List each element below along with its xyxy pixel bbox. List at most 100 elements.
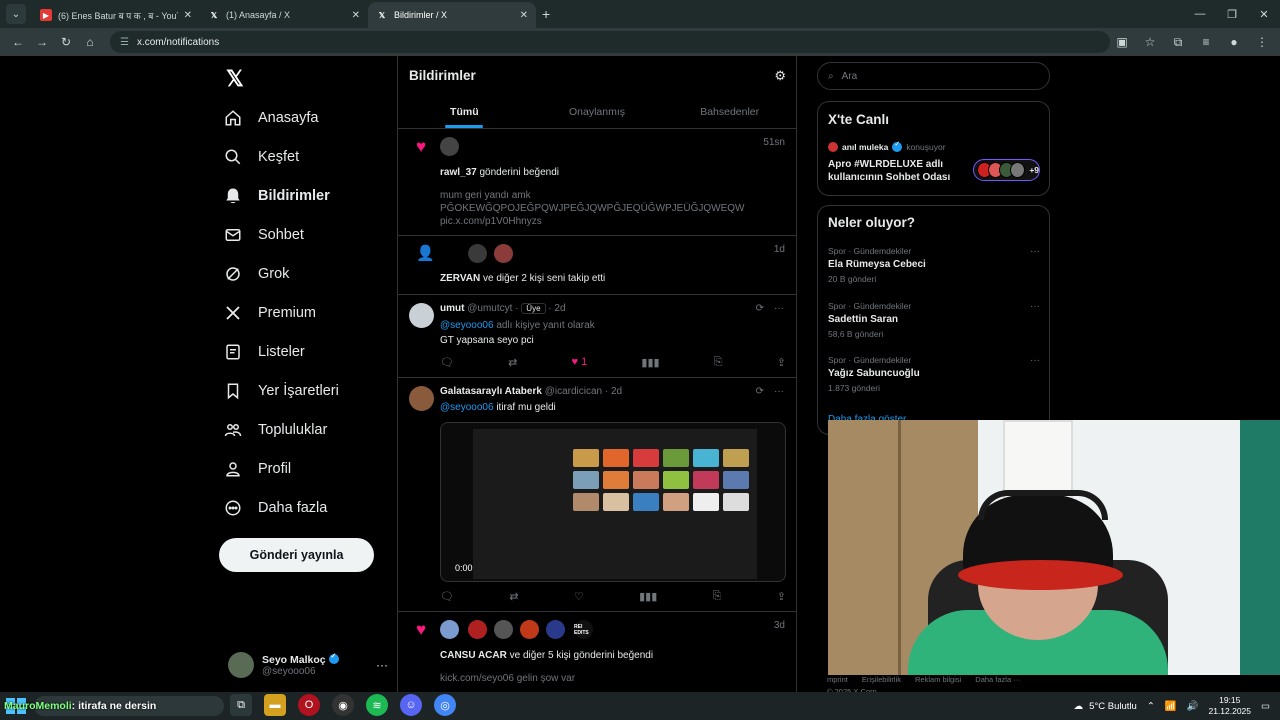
nav-more[interactable]: Daha fazla [224, 496, 327, 520]
url-text: x.com/notifications [136, 36, 220, 48]
trend-item[interactable]: Spor · Gündemdekiler Ela Rümeysa Cebeci … [828, 246, 1040, 284]
more-icon[interactable]: ··· [774, 303, 784, 314]
profile-icon[interactable]: ● [1222, 30, 1246, 54]
share-icon[interactable]: ⇪ [777, 356, 786, 369]
forward-icon[interactable]: → [30, 30, 54, 54]
volume-icon[interactable]: 🔊 [1187, 701, 1199, 712]
nav-grok[interactable]: Grok [224, 262, 289, 286]
x-logo-icon[interactable]: 𝕏 [226, 66, 244, 92]
notification-center-icon[interactable]: ▭ [1261, 701, 1270, 712]
file-explorer-icon[interactable]: ▬ [264, 694, 286, 716]
new-tab-button[interactable]: + [542, 6, 550, 22]
tab-verified[interactable]: Onaylanmış [531, 96, 664, 128]
mention-post[interactable]: Galatasaraylı Ataberk @icardicican · 2d … [398, 378, 796, 612]
more-icon[interactable]: ··· [774, 386, 784, 397]
task-view-icon[interactable]: ⧉ [230, 694, 252, 716]
user-name[interactable]: rawl_37 [440, 167, 477, 178]
search-input[interactable]: ⌕ Ara [817, 62, 1050, 90]
footer-link[interactable]: mprint [827, 675, 848, 684]
footer-link[interactable]: Erişilebilirlik [862, 675, 901, 684]
live-listeners[interactable]: +9 [973, 159, 1040, 181]
chrome-icon[interactable]: ◎ [434, 694, 456, 716]
menu-icon[interactable]: ⋮ [1250, 30, 1274, 54]
media-icon[interactable]: ≡ [1194, 30, 1218, 54]
browser-tab[interactable]: 𝕏 (1) Anasayfa / X ✕ [200, 2, 368, 28]
notification-like[interactable]: ♥ REI EDITS 3d CANSU ACAR ve diğer 5 kiş… [398, 612, 796, 692]
minimize-icon[interactable]: — [1184, 0, 1216, 28]
nav-messages[interactable]: Sohbet [224, 223, 304, 247]
tab-search-icon[interactable]: ⌄ [6, 4, 26, 24]
video-player[interactable]: 0:00 [440, 422, 786, 582]
reply-icon[interactable]: 🗨 [440, 590, 454, 603]
site-info-icon[interactable]: ☰ [120, 37, 129, 48]
more-icon[interactable]: ··· [1030, 246, 1040, 257]
host-name[interactable]: anıl muleka [842, 142, 888, 152]
weather-widget[interactable]: ☁ 5°C Bulutlu [1074, 701, 1137, 712]
nav-lists[interactable]: Listeler [224, 340, 305, 364]
nav-home[interactable]: Anasayfa [224, 106, 318, 130]
browser-tab-active[interactable]: 𝕏 Bildirimler / X ✕ [368, 2, 536, 28]
restore-icon[interactable]: ❐ [1216, 0, 1248, 28]
close-icon[interactable]: ✕ [520, 10, 528, 21]
tab-mentions[interactable]: Bahsedenler [663, 96, 796, 128]
notification-like[interactable]: ♥ 51sn rawl_37 gönderini beğendi mum ger… [398, 129, 796, 236]
nav-communities[interactable]: Topluluklar [224, 418, 327, 442]
user-name[interactable]: CANSU ACAR [440, 650, 507, 661]
share-icon[interactable]: ⇪ [777, 590, 786, 603]
chevron-up-icon[interactable]: ⌃ [1147, 701, 1155, 712]
address-bar[interactable]: ☰ x.com/notifications [110, 31, 1110, 53]
views-icon[interactable]: ▮▮▮ [641, 356, 659, 369]
footer-link[interactable]: Daha fazla ··· [975, 675, 1020, 684]
grok-icon[interactable]: ⟳ [756, 386, 764, 397]
reply-post[interactable]: umut @umutcyt · Üye · 2d ⟳ ··· @seyooo06… [398, 295, 796, 378]
reload-icon[interactable]: ↻ [54, 30, 78, 54]
back-icon[interactable]: ← [6, 30, 30, 54]
discord-icon[interactable]: ☺ [400, 694, 422, 716]
nav-profile[interactable]: Profil [224, 457, 291, 481]
footer-link[interactable]: Reklam bilgisi [915, 675, 961, 684]
close-icon[interactable]: ✕ [352, 10, 360, 21]
more-icon[interactable]: ··· [1030, 301, 1040, 312]
home-browser-icon[interactable]: ⌂ [78, 30, 102, 54]
more-icon[interactable]: ··· [376, 658, 388, 672]
nav-notifications[interactable]: Bildirimler [224, 184, 330, 208]
notification-follow[interactable]: 👤 1d ZERVAN ve diğer 2 kişi seni takip e… [398, 236, 796, 295]
more-icon[interactable]: ··· [1030, 355, 1040, 366]
mention-link[interactable]: @seyooo06 [440, 320, 494, 331]
extensions-icon[interactable]: ⧉ [1166, 30, 1190, 54]
grok-icon[interactable]: ⟳ [756, 303, 764, 314]
author-name[interactable]: Galatasaraylı Ataberk [440, 386, 542, 397]
close-icon[interactable]: ✕ [184, 10, 192, 21]
gear-icon[interactable]: ⚙ [774, 68, 786, 84]
star-icon[interactable]: ☆ [1138, 30, 1162, 54]
app-icon[interactable]: ◉ [332, 694, 354, 716]
post-button[interactable]: Gönderi yayınla [219, 538, 374, 572]
network-icon[interactable]: 📶 [1165, 701, 1177, 712]
reply-icon[interactable]: 🗨 [440, 356, 454, 369]
nav-premium[interactable]: Premium [224, 301, 316, 325]
mention-link[interactable]: @seyooo06 [440, 402, 494, 413]
like-button[interactable]: ♥ 1 [572, 356, 588, 369]
spotify-icon[interactable]: ≋ [366, 694, 388, 716]
tab-all[interactable]: Tümü [398, 96, 531, 128]
cast-icon[interactable]: ▣ [1110, 30, 1134, 54]
trend-item[interactable]: Spor · Gündemdekiler Sadettin Saran 58,6… [828, 301, 1040, 339]
browser-tab[interactable]: ▶ (6) Enes Batur ब प क , ब - YouTube ✕ [32, 2, 200, 28]
close-window-icon[interactable]: ✕ [1248, 0, 1280, 28]
clock[interactable]: 19:15 21.12.2025 [1208, 695, 1251, 717]
like-icon[interactable]: ♡ [574, 590, 584, 603]
live-title[interactable]: Apro #WLRDELUXE adlı kullanıcının Sohbet… [828, 158, 963, 184]
nav-explore[interactable]: Keşfet [224, 145, 299, 169]
nav-bookmarks[interactable]: Yer İşaretleri [224, 379, 339, 403]
bookmark-icon[interactable]: ⎘ [714, 356, 723, 369]
views-icon[interactable]: ▮▮▮ [639, 590, 657, 603]
live-card[interactable]: X'te Canlı anıl muleka konuşuyor Apro #W… [817, 101, 1050, 196]
trend-item[interactable]: Spor · Gündemdekiler Yağız Sabuncuoğlu 1… [828, 355, 1040, 393]
user-name[interactable]: ZERVAN [440, 273, 480, 284]
account-switcher[interactable]: Seyo Malkoç @seyooo06 ··· [228, 648, 388, 682]
retweet-icon[interactable]: ⇄ [509, 590, 518, 603]
retweet-icon[interactable]: ⇄ [508, 356, 517, 369]
author-name[interactable]: umut [440, 303, 464, 314]
opera-icon[interactable]: O [298, 694, 320, 716]
bookmark-icon[interactable]: ⎘ [713, 590, 722, 603]
